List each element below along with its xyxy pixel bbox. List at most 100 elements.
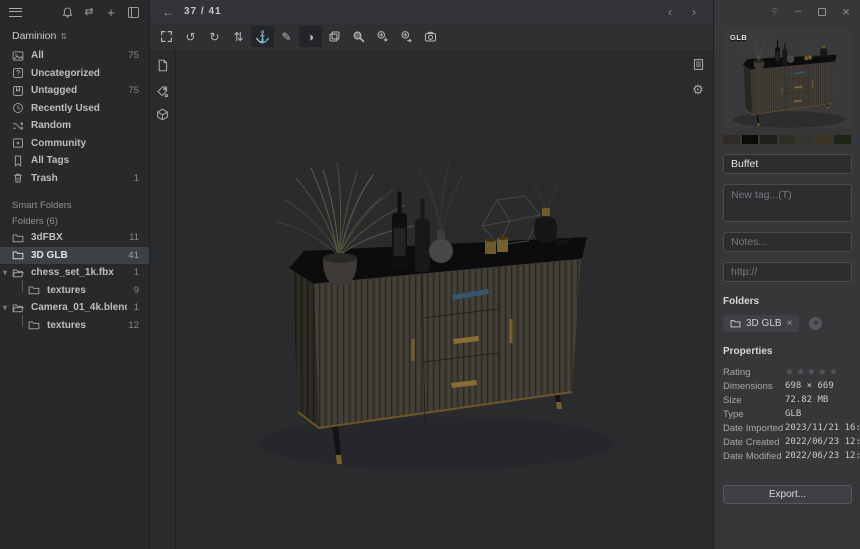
images-icon [12, 50, 24, 62]
folder-camera-textures[interactable]: textures 12 [0, 317, 149, 335]
export-button[interactable]: Export... [723, 485, 852, 504]
viewer-pane: ← 37 / 41 ‹ › ↺ ↻ ⇅ ⚓ ✎ ◑ [150, 0, 713, 549]
question-icon [12, 67, 24, 79]
back-arrow-icon[interactable]: ← [162, 5, 174, 19]
close-button[interactable]: × [840, 6, 852, 18]
notes-input[interactable] [723, 232, 852, 252]
history-list-icon[interactable] [690, 56, 706, 72]
properties-list: Rating ★★★★★ Dimensions 698 × 669 Size 7… [723, 365, 851, 463]
item-count: 12 [128, 320, 139, 331]
folder-icon [28, 319, 40, 331]
color-palette [723, 135, 851, 144]
sidebar-item-uncategorized[interactable]: Uncategorized [0, 65, 149, 83]
buffet-thumbnail-render [723, 28, 851, 128]
palette-swatch[interactable] [834, 135, 851, 144]
folder-chip-label: 3D GLB [746, 318, 782, 329]
tag-icon [12, 155, 24, 167]
palette-swatch[interactable] [816, 135, 833, 144]
url-input[interactable] [723, 262, 852, 282]
folder-open-icon [12, 302, 24, 314]
bookmark-square-icon [12, 85, 24, 97]
pin-icon[interactable] [768, 6, 780, 18]
palette-swatch[interactable] [797, 135, 814, 144]
property-date-modified: Date Modified 2022/06/23 12:31 [723, 449, 851, 463]
viewer-toolbar: ↺ ↻ ⇅ ⚓ ✎ ◑ [150, 23, 713, 50]
rating-stars[interactable]: ★★★★★ [785, 367, 840, 378]
flip-vertical-icon[interactable]: ⇅ [227, 26, 250, 47]
folder-icon [12, 232, 24, 244]
remove-folder-icon[interactable]: × [787, 318, 793, 329]
add-folder-icon[interactable]: + [809, 317, 822, 330]
smart-folders-header[interactable]: Smart Folders [0, 197, 149, 213]
asset-thumbnail[interactable]: GLB [723, 28, 851, 128]
item-count: 75 [128, 50, 139, 61]
sidebar-item-trash[interactable]: Trash 1 [0, 170, 149, 188]
panel-layout-icon[interactable] [126, 5, 140, 19]
camera-screenshot-icon[interactable] [419, 26, 442, 47]
sidebar-item-community[interactable]: Community [0, 135, 149, 153]
folder-open-icon [12, 267, 24, 279]
zoom-search-icon[interactable] [347, 26, 370, 47]
zoom-in-down-icon[interactable] [371, 26, 394, 47]
sidebar-item-all[interactable]: All 75 [0, 47, 149, 65]
format-badge: GLB [730, 33, 747, 42]
property-date-created: Date Created 2022/06/23 12:31 [723, 435, 851, 449]
inspector-panel: – × GLB Folders [713, 0, 860, 549]
folder-chess-textures[interactable]: textures 9 [0, 282, 149, 300]
shuffle-icon [12, 120, 24, 132]
application-window: ⇄ + Daminion ⇅ All 75 Uncategorized [0, 0, 860, 549]
prev-item-icon[interactable]: ‹ [663, 5, 677, 19]
anchor-tool-icon[interactable]: ⚓ [251, 26, 274, 47]
property-size: Size 72.82 MB [723, 393, 851, 407]
notifications-bell-icon[interactable] [60, 5, 74, 19]
sidebar-item-random[interactable]: Random [0, 117, 149, 135]
fit-screen-icon[interactable] [155, 26, 178, 47]
catalog-name: Daminion [12, 30, 56, 42]
item-count: 41 [128, 250, 139, 261]
sidebar-item-recently-used[interactable]: Recently Used [0, 100, 149, 118]
palette-swatch[interactable] [742, 135, 759, 144]
folder-chip-3d-glb[interactable]: 3D GLB × [723, 315, 799, 332]
updown-caret-icon: ⇅ [60, 32, 67, 41]
property-type: Type GLB [723, 407, 851, 421]
copy-cube-icon[interactable] [323, 26, 346, 47]
item-count: 9 [134, 285, 139, 296]
item-count: 1 [134, 267, 139, 278]
palette-swatch[interactable] [779, 135, 796, 144]
folder-3d-glb[interactable]: 3D GLB 41 [0, 247, 149, 265]
expand-caret-icon[interactable]: ▾ [3, 303, 7, 312]
minimize-button[interactable]: – [792, 6, 804, 18]
catalog-selector[interactable]: Daminion ⇅ [0, 24, 149, 47]
item-count: 1 [134, 173, 139, 184]
3d-viewport[interactable] [175, 50, 690, 549]
property-date-imported: Date Imported 2023/11/21 16:32 [723, 421, 851, 435]
window-titlebar: – × [714, 0, 860, 23]
3d-cube-icon[interactable] [154, 106, 170, 122]
settings-gear-icon[interactable]: ⚙ [690, 82, 706, 98]
folder-icon [730, 318, 741, 329]
expand-caret-icon[interactable]: ▾ [3, 268, 7, 277]
label-tag-icon[interactable] [154, 83, 170, 99]
folder-3dfbx[interactable]: 3dFBX 11 [0, 229, 149, 247]
contrast-icon[interactable]: ◑ [299, 26, 322, 47]
tag-field[interactable] [723, 154, 852, 174]
rotate-cw-icon[interactable]: ↻ [203, 26, 226, 47]
palette-swatch[interactable] [723, 135, 740, 144]
folders-header[interactable]: Folders (6) [0, 213, 149, 229]
community-icon [12, 137, 24, 149]
rotate-ccw-icon[interactable]: ↺ [179, 26, 202, 47]
sidebar-item-untagged[interactable]: Untagged 75 [0, 82, 149, 100]
maximize-button[interactable] [816, 6, 828, 18]
zoom-in-right-icon[interactable] [395, 26, 418, 47]
next-item-icon[interactable]: › [687, 5, 701, 19]
menu-icon[interactable] [9, 8, 22, 17]
metadata-page-icon[interactable] [154, 57, 170, 73]
palette-swatch[interactable] [760, 135, 777, 144]
draw-pencil-icon[interactable]: ✎ [275, 26, 298, 47]
sidebar-item-all-tags[interactable]: All Tags [0, 152, 149, 170]
sync-arrows-icon[interactable]: ⇄ [82, 5, 96, 19]
add-icon[interactable]: + [104, 5, 118, 19]
item-count: 75 [128, 85, 139, 96]
folder-icon [12, 249, 24, 261]
new-tag-input[interactable] [723, 184, 852, 222]
